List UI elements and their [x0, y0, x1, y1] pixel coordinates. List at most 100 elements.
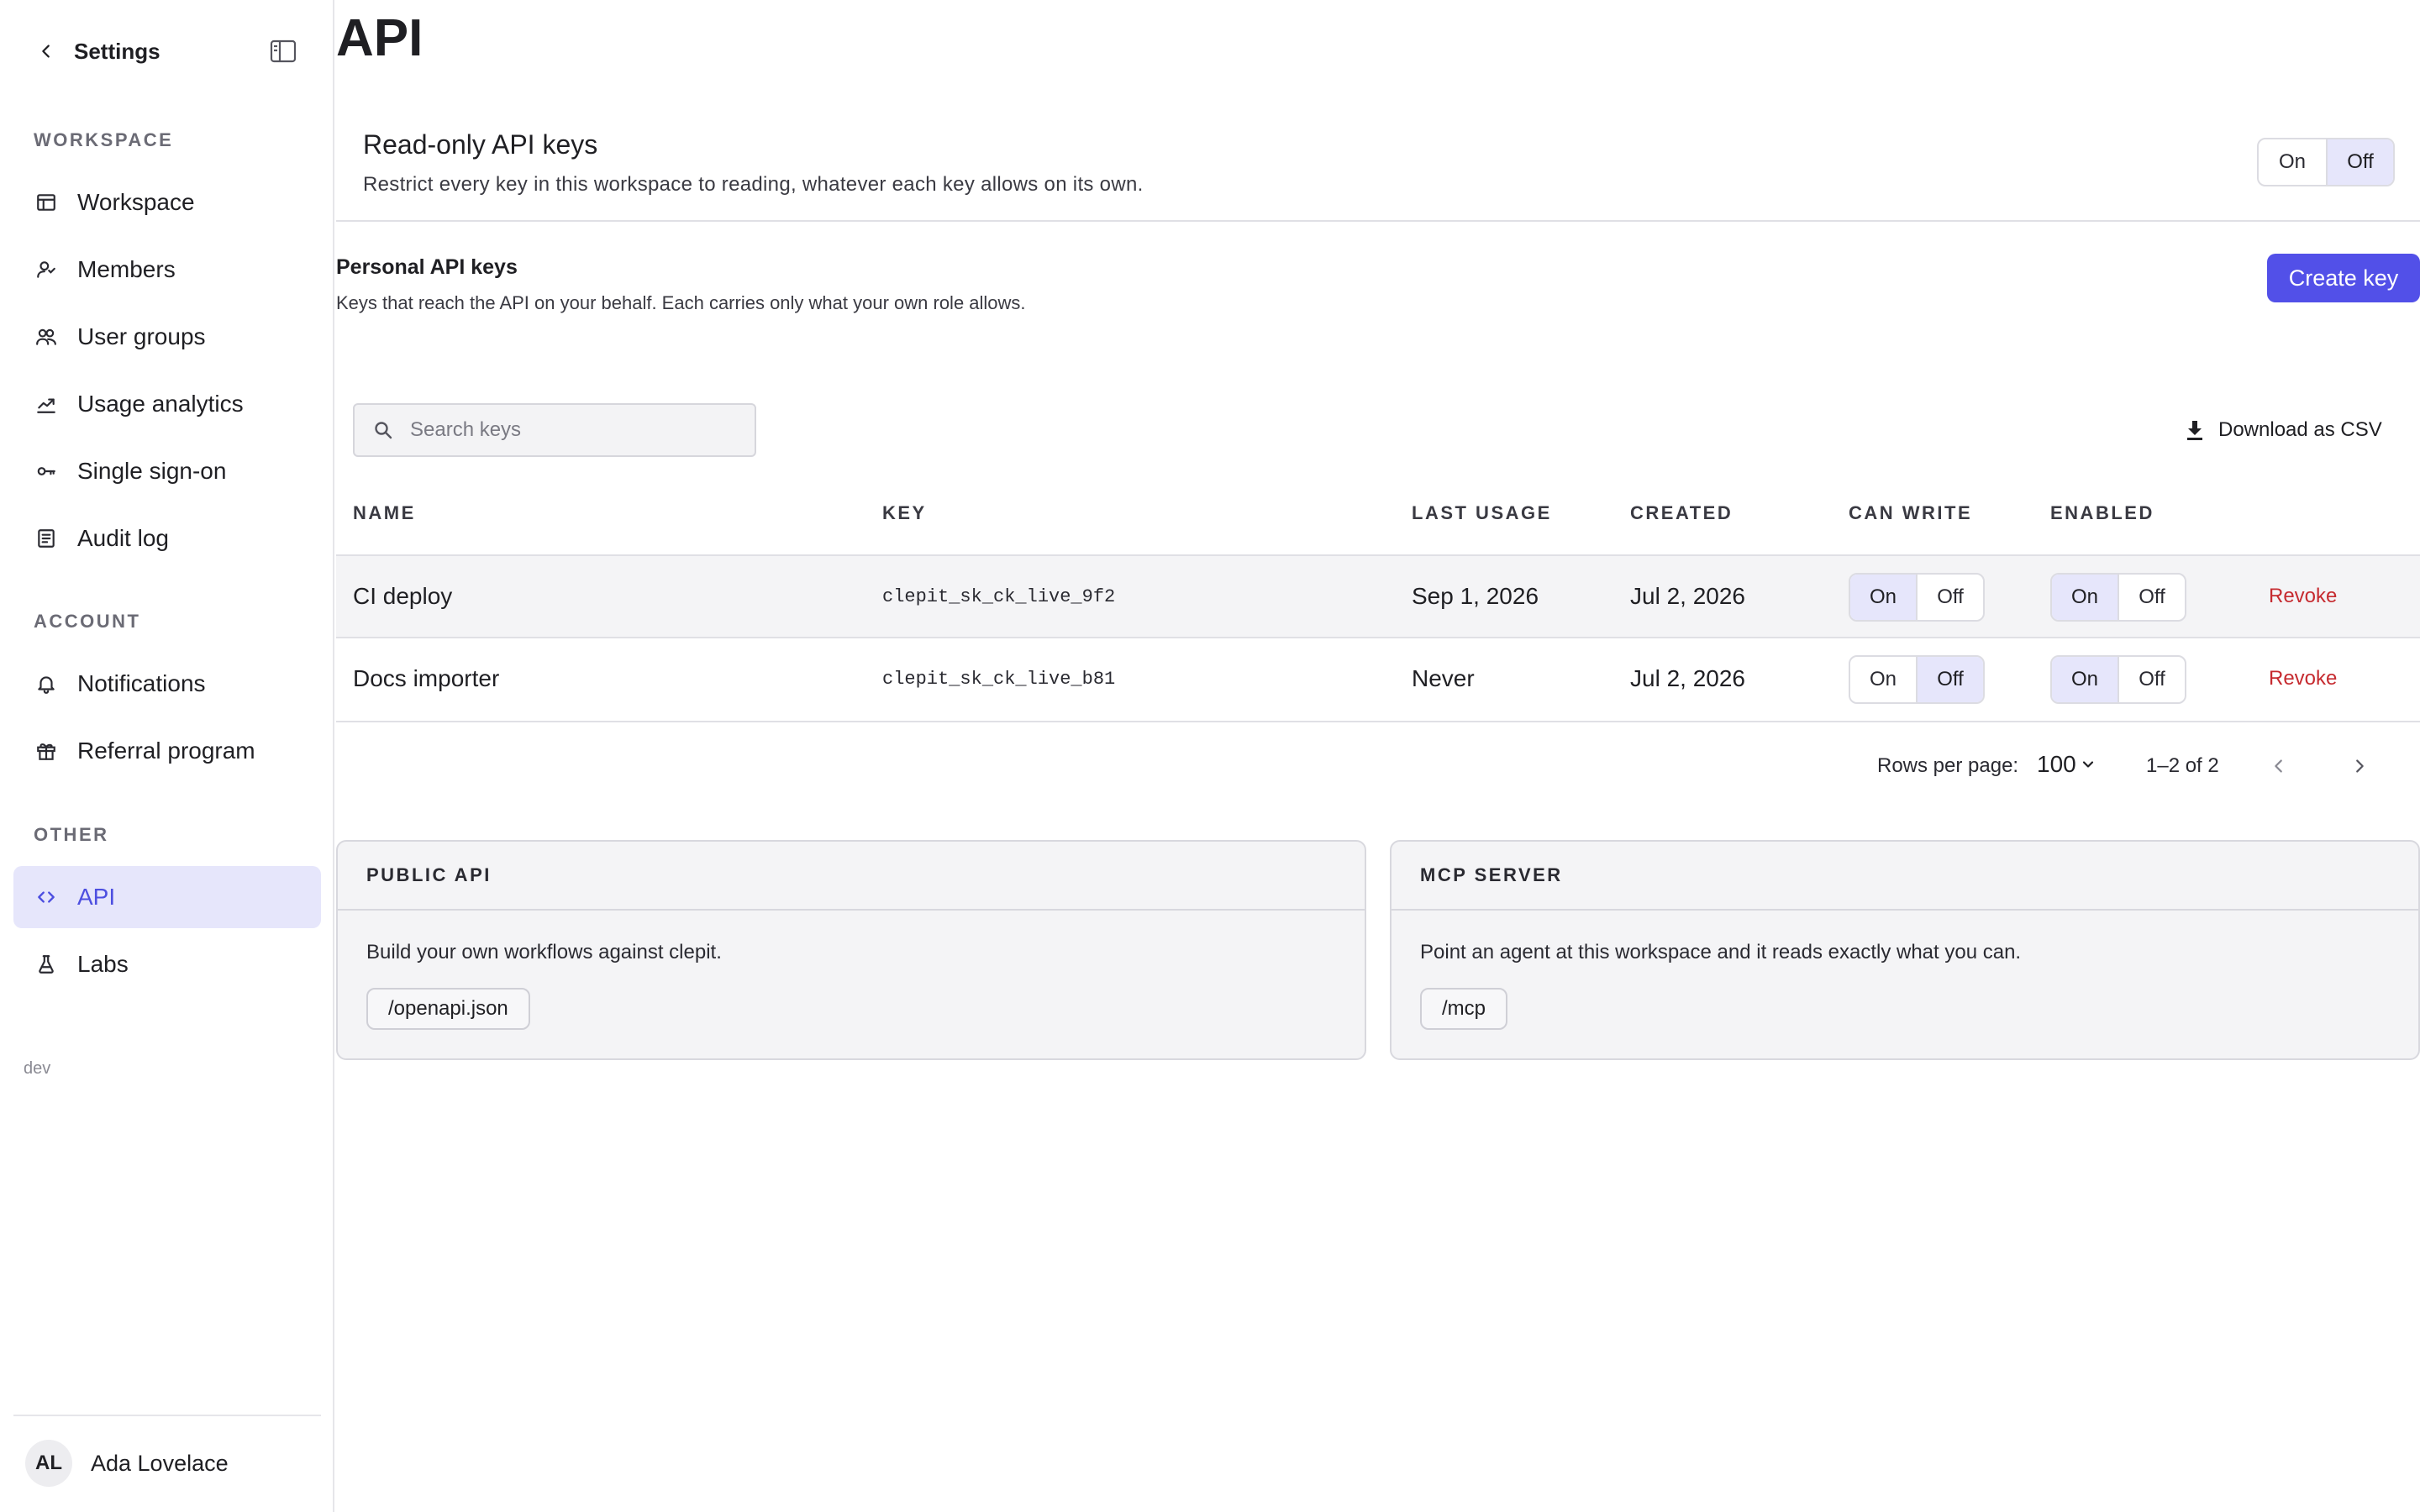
readonly-keys-title: Read-only API keys	[363, 129, 598, 160]
mcp-server-card-text: Point an agent at this workspace and it …	[1420, 941, 2022, 963]
chevron-left-icon	[2275, 759, 2282, 773]
section-other: OTHER	[34, 824, 109, 845]
sidebar-item-notifications[interactable]: Notifications	[13, 653, 321, 715]
revoke-button[interactable]: Revoke	[2269, 638, 2337, 719]
public-api-card-text: Build your own workflows against clepit.	[366, 941, 722, 963]
sidebar-item-label: Referral program	[77, 738, 255, 764]
key-value: clepit_sk_ck_live_b81	[882, 668, 1116, 690]
sidebar-item-label: Single sign-on	[77, 458, 227, 484]
table-bottom-border	[336, 721, 2420, 722]
column-header-last-usage: LAST USAGE	[1412, 502, 1552, 523]
sidebar-item-labs[interactable]: Labs	[13, 933, 321, 995]
trending-up-icon	[34, 391, 59, 417]
personal-keys-description: Keys that reach the API on your behalf. …	[336, 292, 1026, 313]
sidebar-item-workspace[interactable]: Workspace	[13, 171, 321, 234]
search-box[interactable]	[353, 403, 756, 457]
column-header-can-write: CAN WRITE	[1849, 502, 1973, 523]
sidebar-item-single-sign-on[interactable]: Single sign-on	[13, 440, 321, 502]
enabled-toggle: On Off	[2050, 655, 2186, 704]
download-csv-label: Download as CSV	[2218, 418, 2382, 441]
mcp-link[interactable]: /mcp	[1420, 988, 1508, 1030]
divider	[336, 220, 2420, 222]
rows-per-page-label: Rows per page:	[1877, 754, 2019, 777]
pagination-range: 1–2 of 2	[2146, 754, 2219, 777]
column-header-key: KEY	[882, 502, 927, 523]
user-icon	[34, 257, 59, 282]
document-icon	[34, 526, 59, 551]
section-workspace: WORKSPACE	[34, 129, 174, 150]
sidebar-toggle-icon	[270, 39, 297, 63]
column-header-enabled: ENABLED	[2050, 502, 2154, 523]
readonly-on-option[interactable]: On	[2259, 139, 2326, 185]
created-date: Jul 2, 2026	[1630, 583, 1745, 609]
enabled-on-option[interactable]: On	[2052, 657, 2118, 702]
back-button[interactable]	[34, 39, 59, 64]
sidebar-item-user-groups[interactable]: User groups	[13, 306, 321, 368]
table-row: Docs importer clepit_sk_ck_live_b81 Neve…	[336, 637, 2420, 719]
sidebar-item-label: User groups	[77, 323, 206, 349]
previous-page-button[interactable]	[2264, 751, 2294, 781]
download-csv-button[interactable]: Download as CSV	[2185, 415, 2382, 445]
sidebar-item-usage-analytics[interactable]: Usage analytics	[13, 373, 321, 435]
sidebar-divider	[13, 1415, 321, 1416]
table-row: CI deploy clepit_sk_ck_live_9f2 Sep 1, 2…	[336, 554, 2420, 637]
openapi-link[interactable]: /openapi.json	[366, 988, 530, 1030]
sidebar-item-label: Notifications	[77, 670, 206, 696]
can-write-toggle: On Off	[1849, 573, 1985, 622]
user-menu[interactable]: AL Ada Lovelace	[25, 1440, 229, 1487]
readonly-keys-toggle: On Off	[2257, 138, 2395, 186]
can-write-on-option[interactable]: On	[1850, 657, 1916, 702]
sidebar-item-referral-program[interactable]: Referral program	[13, 720, 321, 782]
created-date: Jul 2, 2026	[1630, 665, 1745, 691]
download-icon	[2187, 421, 2202, 440]
enabled-toggle: On Off	[2050, 573, 2186, 622]
readonly-off-option[interactable]: Off	[2326, 139, 2393, 185]
collapse-sidebar-button[interactable]	[269, 39, 297, 64]
rows-per-page-select[interactable]: 100	[2037, 751, 2096, 778]
last-usage: Sep 1, 2026	[1412, 583, 1539, 609]
sidebar-item-label: API	[77, 884, 116, 910]
chevron-right-icon	[2356, 759, 2364, 773]
last-usage: Never	[1412, 665, 1475, 691]
environment-label: dev	[24, 1059, 51, 1078]
code-icon	[34, 885, 59, 910]
key-name: CI deploy	[353, 583, 453, 609]
key-value: clepit_sk_ck_live_9f2	[882, 585, 1116, 607]
sidebar-item-members[interactable]: Members	[13, 239, 321, 301]
public-api-card: PUBLIC API Build your own workflows agai…	[336, 840, 1366, 1060]
sidebar-item-label: Workspace	[77, 189, 195, 215]
can-write-off-option[interactable]: Off	[1916, 657, 1983, 702]
key-name: Docs importer	[353, 665, 500, 691]
public-api-card-title: PUBLIC API	[338, 842, 1365, 911]
column-header-name: NAME	[353, 502, 416, 523]
chevron-left-icon	[42, 45, 50, 58]
next-page-button[interactable]	[2344, 751, 2375, 781]
chevron-down-icon	[2082, 761, 2093, 768]
search-input[interactable]	[410, 418, 746, 442]
sidebar-item-label: Labs	[77, 951, 129, 977]
enabled-off-option[interactable]: Off	[2118, 657, 2185, 702]
can-write-toggle: On Off	[1849, 655, 1985, 704]
personal-keys-title: Personal API keys	[336, 255, 518, 279]
page-title: API	[336, 9, 424, 67]
layout-icon	[34, 190, 59, 215]
revoke-button[interactable]: Revoke	[2269, 556, 2337, 637]
create-key-button[interactable]: Create key	[2267, 254, 2420, 302]
mcp-server-card: MCP SERVER Point an agent at this worksp…	[1390, 840, 2420, 1060]
flask-icon	[34, 952, 59, 977]
settings-sidebar: Settings WORKSPACE Workspace Members Use…	[0, 0, 334, 1512]
can-write-on-option[interactable]: On	[1850, 575, 1916, 620]
sidebar-item-api[interactable]: API	[13, 866, 321, 928]
can-write-off-option[interactable]: Off	[1916, 575, 1983, 620]
key-icon	[34, 459, 59, 484]
sidebar-item-label: Audit log	[77, 525, 169, 551]
sidebar-item-label: Members	[77, 256, 176, 282]
bell-icon	[34, 671, 59, 696]
sidebar-item-audit-log[interactable]: Audit log	[13, 507, 321, 570]
enabled-on-option[interactable]: On	[2052, 575, 2118, 620]
enabled-off-option[interactable]: Off	[2118, 575, 2185, 620]
sidebar-item-label: Usage analytics	[77, 391, 244, 417]
users-icon	[34, 324, 59, 349]
sidebar-title: Settings	[74, 39, 160, 64]
rows-per-page-value: 100	[2037, 751, 2076, 777]
